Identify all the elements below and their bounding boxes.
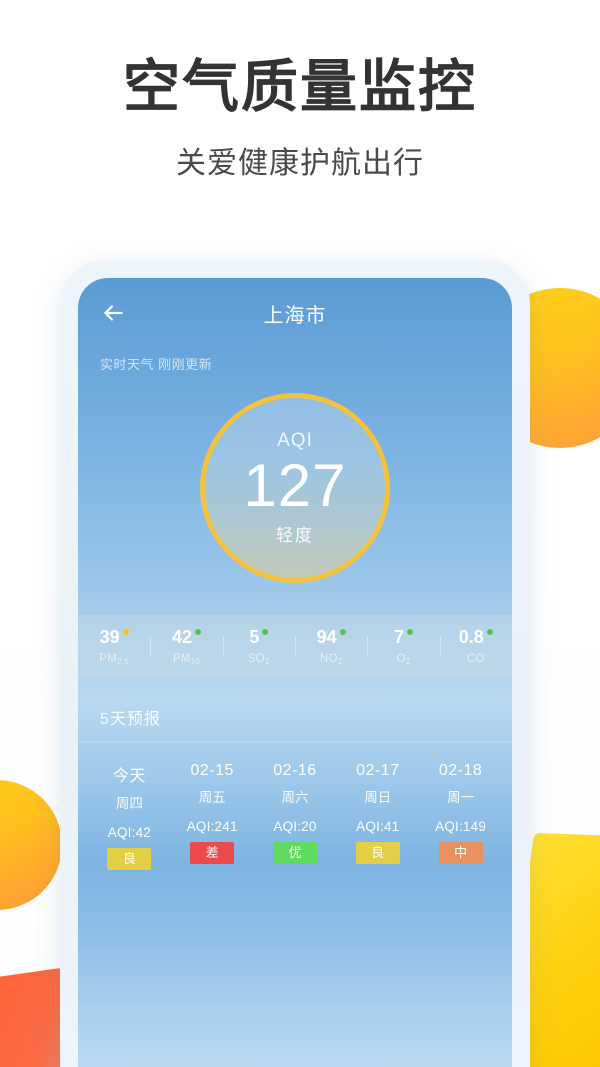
pollutant-name: PM10 (172, 652, 201, 666)
forecast-aqi-value: AQI:241 (186, 819, 238, 834)
pollutant-value: 7 (393, 626, 404, 647)
forecast-day-list: 今天周四 AQI:42 良 02-15 周五 AQI:241 差 02-16 周六 AQI:20 优… (78, 742, 512, 888)
pollutant-status-dot-icon (339, 628, 346, 635)
pollutant-name: CO (466, 652, 485, 665)
pollutant-strip: 39 PM2.5 42 PM10 5 SO2 94 NO2 7 O2 0.8 CO (78, 615, 512, 677)
phone-mockup-frame: 上海市 实时天气 刚刚更新 AQI 127 轻度 39 PM2.5 42 PM10 5 S… (60, 260, 530, 1067)
forecast-header: 5天预报 (78, 691, 512, 742)
forecast-date: 02-15 (190, 762, 234, 779)
forecast-day[interactable]: 02-18 周一 AQI:149 中 (419, 762, 502, 870)
forecast-date: 02-16 (273, 762, 317, 779)
forecast-quality-badge: 差 (190, 842, 235, 864)
poster-title: 空气质量监控 (123, 55, 477, 119)
poster-subtitle: 关爱健康护航出行 (176, 146, 424, 180)
pollutant-value-row: 42 (150, 628, 222, 646)
forecast-date: 今天 (112, 768, 146, 785)
page-title: 上海市 (263, 304, 327, 327)
pollutant-value-row: 39 (78, 628, 150, 646)
aqi-label: AQI (277, 430, 313, 451)
aqi-value: 127 (243, 452, 347, 519)
poster-headline: 空气质量监控 关爱健康护航出行 (0, 55, 600, 182)
forecast-aqi-value: AQI:149 (435, 819, 487, 834)
forecast-aqi-value: AQI:41 (356, 819, 400, 834)
pollutant-name: O2 (396, 652, 411, 666)
aqi-dial[interactable]: AQI 127 轻度 (200, 393, 390, 583)
aqi-dial-wrap: AQI 127 轻度 (78, 393, 512, 583)
pollutant-item[interactable]: 42 PM10 (150, 628, 222, 666)
pollutant-status-dot-icon (406, 628, 413, 635)
forecast-weekday: 周一 (447, 790, 475, 805)
pollutant-item[interactable]: 5 SO2 (222, 628, 295, 666)
pollutant-value: 42 (171, 626, 192, 647)
forecast-weekday: 周六 (281, 790, 309, 805)
pollutant-value: 0.8 (458, 626, 484, 647)
pollutant-item[interactable]: 39 PM2.5 (78, 628, 150, 666)
forecast-quality-badge: 良 (107, 848, 152, 870)
forecast-quality-badge: 优 (272, 842, 317, 864)
pollutant-name: SO2 (247, 652, 270, 666)
pollutant-value: 94 (316, 626, 337, 647)
forecast-weekday: 周五 (198, 790, 226, 805)
forecast-day[interactable]: 今天周四 AQI:42 良 (88, 762, 171, 870)
forecast-weekday: 周日 (364, 790, 392, 805)
forecast-aqi-value: AQI:20 (273, 819, 317, 834)
forecast-day[interactable]: 02-16 周六 AQI:20 优 (254, 762, 337, 870)
pollutant-item[interactable]: 94 NO2 (294, 628, 367, 666)
forecast-aqi-value: AQI:42 (107, 825, 152, 840)
pollutant-value-row: 5 (223, 628, 295, 646)
pollutant-item[interactable]: 0.8 CO (439, 628, 512, 665)
pollutant-value-row: 94 (295, 628, 367, 646)
forecast-quality-badge: 中 (438, 842, 483, 864)
pollutant-status-dot-icon (262, 628, 269, 635)
poster-stage: 空气质量监控 关爱健康护航出行 上海市 实时天气 刚刚更新 AQI 127 轻度 (0, 0, 600, 1067)
forecast-weekday: 周四 (115, 796, 143, 811)
update-status-text: 实时天气 刚刚更新 (100, 357, 213, 372)
arrow-left-icon[interactable] (100, 300, 126, 326)
phone-screen: 上海市 实时天气 刚刚更新 AQI 127 轻度 39 PM2.5 42 PM10 5 S… (78, 278, 512, 1067)
pollutant-name: PM2.5 (99, 652, 130, 666)
forecast-section: 5天预报 今天周四 AQI:42 良 02-15 周五 AQI:241 差 02-16 周六 AQ… (78, 691, 512, 888)
pollutant-status-dot-icon (122, 628, 129, 635)
pollutant-value: 5 (249, 626, 260, 647)
forecast-date: 02-17 (356, 762, 400, 779)
app-bar: 上海市 (78, 278, 512, 348)
pollutant-value-row: 7 (367, 628, 439, 646)
forecast-day[interactable]: 02-17 周日 AQI:41 良 (336, 762, 419, 870)
decoration-left-circle (0, 780, 62, 910)
forecast-quality-badge: 良 (355, 842, 400, 864)
pollutant-name: NO2 (319, 652, 343, 666)
pollutant-status-dot-icon (195, 628, 201, 635)
pollutant-item[interactable]: 7 O2 (367, 628, 439, 666)
pollutant-value: 39 (99, 626, 120, 647)
pollutant-value-row: 0.8 (440, 628, 512, 646)
aqi-level: 轻度 (276, 526, 314, 545)
forecast-date: 02-18 (438, 762, 483, 779)
pollutant-status-dot-icon (486, 628, 493, 635)
forecast-day[interactable]: 02-15 周五 AQI:241 差 (171, 762, 254, 870)
